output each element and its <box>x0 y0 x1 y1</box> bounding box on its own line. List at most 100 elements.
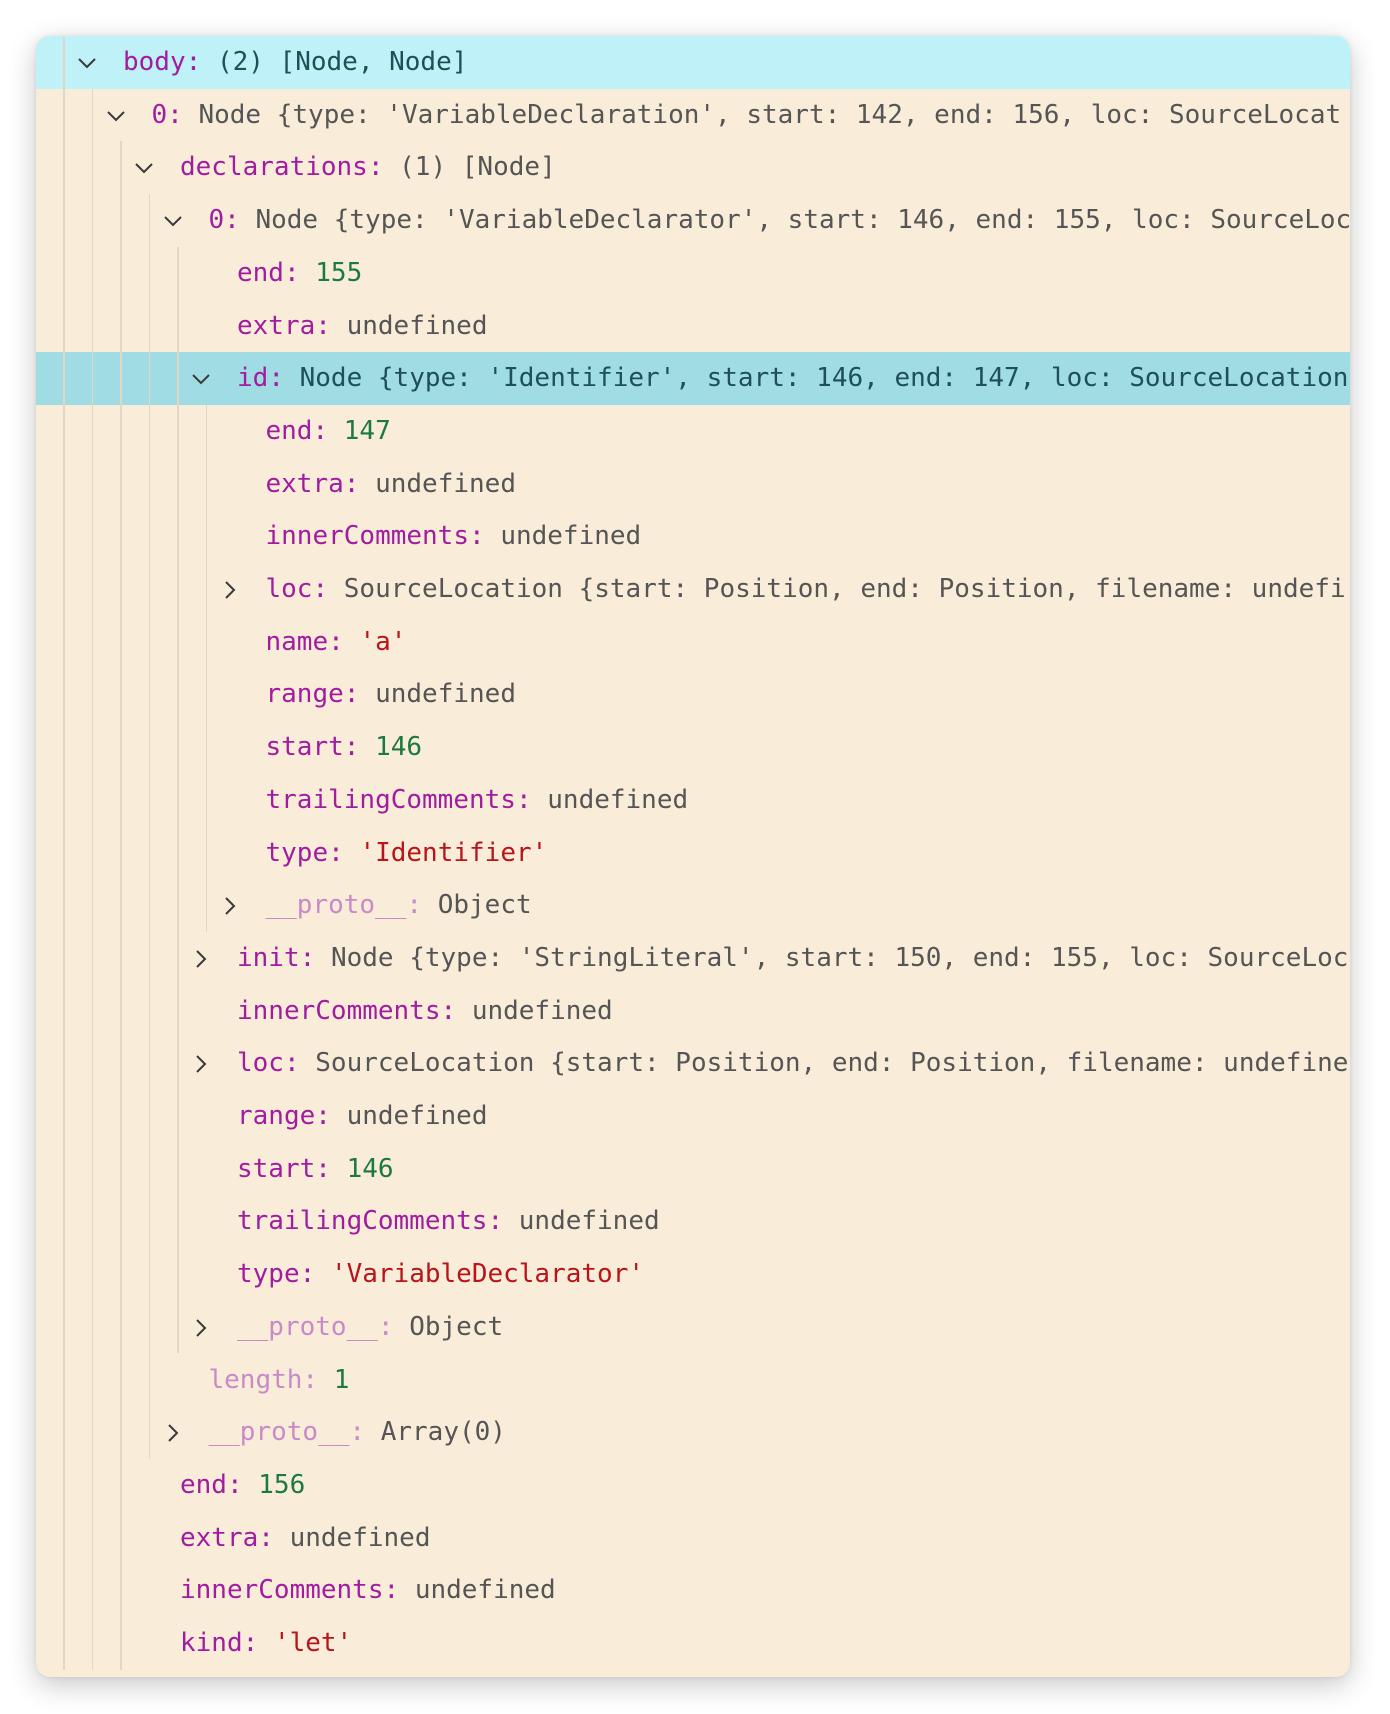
key-separator: : <box>367 152 400 183</box>
tree-row-text: extra: undefined <box>266 458 516 511</box>
tree-row-text: trailingComments: undefined <box>266 774 689 827</box>
tree-row-end[interactable]: end: 155 <box>36 247 1350 300</box>
tree-row-loc[interactable]: loc: SourceLocation {start: Position, en… <box>36 563 1350 616</box>
tree-row-range[interactable]: range: undefined <box>36 668 1350 721</box>
key-separator: : <box>377 1311 410 1342</box>
key-separator: : <box>343 679 376 710</box>
tree-row-id[interactable]: id: Node {type: 'Identifier', start: 146… <box>36 352 1350 405</box>
key-separator: : <box>312 415 344 446</box>
tree-row-type[interactable]: type: 'Identifier' <box>36 827 1350 880</box>
property-value: Node {type: 'Identifier', start: 146, en… <box>299 363 1349 394</box>
property-key: name <box>265 626 329 657</box>
tree-row-declarations[interactable]: declarations: (1) [Node] <box>36 141 1350 194</box>
tree-row-trailingComments[interactable]: trailingComments: undefined <box>36 774 1350 827</box>
chevron-down-icon[interactable] <box>190 368 212 390</box>
property-value: Node {type: 'StringLiteral', start: 150,… <box>330 942 1349 973</box>
key-separator: : <box>328 837 360 868</box>
chevron-down-icon[interactable] <box>76 52 98 74</box>
key-separator: : <box>167 99 199 130</box>
property-value: (1) [Node] <box>399 152 556 183</box>
tree-row-extra[interactable]: extra: undefined <box>36 458 1350 511</box>
tree-row-text: innerComments: undefined <box>180 1564 556 1617</box>
tree-row-innerComments[interactable]: innerComments: undefined <box>36 510 1350 563</box>
tree-row-end[interactable]: end: 156 <box>36 1459 1350 1512</box>
property-value: Object <box>437 890 532 921</box>
property-key: extra <box>265 468 344 499</box>
property-key: declarations <box>180 152 368 183</box>
tree-row-body[interactable]: body: (2) [Node, Node] <box>36 36 1350 89</box>
key-separator: : <box>283 1048 316 1079</box>
tree-row-text: 0: Node {type: 'VariableDeclaration', st… <box>152 89 1342 142</box>
tree-row-start[interactable]: start: 146 <box>36 721 1350 774</box>
tree-row-proto[interactable]: __proto__: Object <box>36 879 1350 932</box>
chevron-right-icon[interactable] <box>190 948 212 970</box>
chevron-down-icon[interactable] <box>133 157 155 179</box>
property-value: 147 <box>343 415 391 446</box>
chevron-right-icon[interactable] <box>219 579 241 601</box>
property-key: end <box>265 415 313 446</box>
tree-row-proto[interactable]: __proto__: Array(0) <box>36 1406 1350 1459</box>
tree-row-type[interactable]: type: 'VariableDeclarator' <box>36 1248 1350 1301</box>
tree-row-text: kind: 'let' <box>180 1617 352 1670</box>
tree-row-trailingComments[interactable]: trailingComments: undefined <box>36 1195 1350 1248</box>
chevron-right-icon[interactable] <box>190 1317 212 1339</box>
property-value: undefined <box>289 1522 431 1553</box>
tree-row-extra[interactable]: extra: undefined <box>36 300 1350 353</box>
tree-row-text: innerComments: undefined <box>266 510 642 563</box>
chevron-right-icon[interactable] <box>190 1053 212 1075</box>
tree-row-range[interactable]: range: undefined <box>36 1090 1350 1143</box>
key-separator: : <box>185 47 217 77</box>
property-value: 1 <box>333 1364 350 1395</box>
tree-row-0[interactable]: 0: Node {type: 'VariableDeclarator', sta… <box>36 194 1350 247</box>
tree-row-name[interactable]: name: 'a' <box>36 616 1350 669</box>
property-key: body <box>123 47 186 77</box>
tree-row-innerComments[interactable]: innerComments: undefined <box>36 985 1350 1038</box>
chevron-right-icon[interactable] <box>219 895 241 917</box>
property-key: innerComments <box>237 995 441 1026</box>
tree-row-start[interactable]: start: 146 <box>36 1143 1350 1196</box>
tree-row-text: type: 'VariableDeclarator' <box>237 1248 644 1301</box>
tree-row-text: end: 147 <box>266 405 391 458</box>
tree-row-length[interactable]: length: 1 <box>36 1354 1350 1407</box>
key-separator: : <box>343 732 376 763</box>
tree-row-text: loc: SourceLocation {start: Position, en… <box>266 563 1346 616</box>
key-separator: : <box>406 890 438 921</box>
property-key: id <box>237 363 269 394</box>
tree-row-0[interactable]: 0: Node {type: 'VariableDeclaration', st… <box>36 89 1350 142</box>
tree-row-end[interactable]: end: 147 <box>36 405 1350 458</box>
key-separator: : <box>469 521 501 552</box>
property-key: trailingComments <box>265 784 516 815</box>
key-separator: : <box>440 995 472 1026</box>
tree-row-proto[interactable]: __proto__: Object <box>36 1301 1350 1354</box>
property-key: start <box>265 732 344 763</box>
property-value: undefined <box>500 521 642 552</box>
property-key: trailingComments <box>237 1206 488 1237</box>
property-key: range <box>237 1101 316 1131</box>
key-separator: : <box>315 1101 347 1131</box>
chevron-right-icon[interactable] <box>162 1422 184 1444</box>
key-separator: : <box>343 468 376 499</box>
tree-row-text: type: 'Identifier' <box>266 827 548 880</box>
tree-row-init[interactable]: init: Node {type: 'StringLiteral', start… <box>36 932 1350 985</box>
tree-row-text: innerComments: undefined <box>237 985 613 1038</box>
chevron-down-icon[interactable] <box>162 210 184 232</box>
indent-guide <box>177 246 179 1354</box>
key-separator: : <box>226 1469 259 1500</box>
property-key: end <box>237 257 284 288</box>
key-separator: : <box>242 1628 274 1658</box>
tree-row-loc[interactable]: loc: SourceLocation {start: Position, en… <box>36 1037 1350 1090</box>
tree-row-text: start: 146 <box>237 1143 394 1196</box>
tree-row-text: end: 156 <box>180 1459 305 1512</box>
tree-row-innerComments[interactable]: innerComments: undefined <box>36 1564 1350 1617</box>
chevron-down-icon[interactable] <box>105 105 127 127</box>
tree-row-extra[interactable]: extra: undefined <box>36 1512 1350 1565</box>
property-value: undefined <box>471 995 613 1026</box>
tree-row-text: end: 155 <box>237 247 362 300</box>
property-key: range <box>265 679 344 710</box>
tree-row-text: extra: undefined <box>180 1512 430 1565</box>
tree-row-kind[interactable]: kind: 'let' <box>36 1617 1350 1670</box>
property-value: 'a' <box>359 626 407 657</box>
key-separator: : <box>258 1522 290 1553</box>
key-separator: : <box>224 205 256 236</box>
property-value: undefined <box>547 784 689 815</box>
